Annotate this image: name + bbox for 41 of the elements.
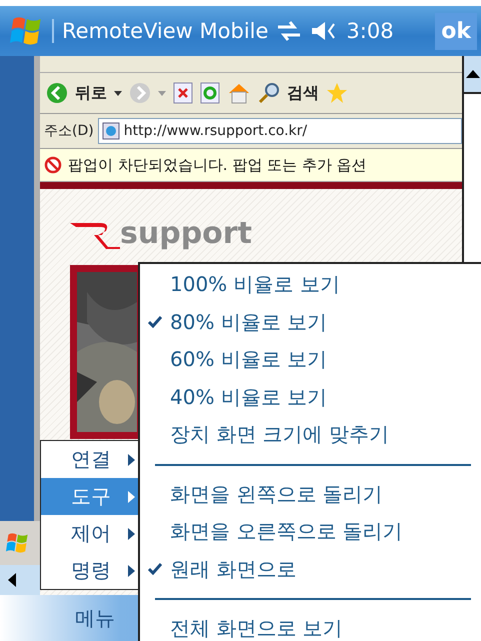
clock-time[interactable]: 3:08	[346, 19, 394, 43]
dropdown-icon[interactable]	[114, 90, 122, 96]
blocked-icon	[44, 156, 62, 174]
submenu-item[interactable]: 40% 비율로 보기	[140, 378, 481, 416]
submenu-item[interactable]: 화면을 왼쪽으로 돌리기	[140, 476, 481, 513]
menu-button[interactable]: 메뉴	[75, 604, 115, 632]
address-field[interactable]: http://www.rsupport.co.kr/	[98, 118, 462, 144]
search-icon[interactable]	[258, 82, 280, 104]
stop-icon[interactable]	[173, 82, 193, 104]
address-label: 주소(D)	[44, 122, 94, 140]
search-button[interactable]: 검색	[287, 82, 319, 104]
submenu-item[interactable]: 80% 비율로 보기	[140, 304, 481, 341]
submenu-item[interactable]: 전체 화면으로 보기	[140, 610, 481, 641]
connection-icon	[276, 20, 302, 42]
submenu-item[interactable]: 100% 비율로 보기	[140, 266, 481, 304]
submenu-arrow-icon	[128, 490, 135, 502]
menu-item[interactable]: 도구	[41, 478, 139, 515]
refresh-icon[interactable]	[200, 82, 220, 104]
submenu-item[interactable]: 장치 화면 크기에 맞추기	[140, 416, 481, 454]
submenu-item[interactable]: 화면을 오른쪽으로 돌리기	[140, 513, 481, 550]
star-icon[interactable]	[326, 82, 348, 104]
forward-icon[interactable]	[129, 82, 151, 104]
submenu-arrow-icon	[128, 528, 135, 540]
back-icon[interactable]	[46, 82, 68, 104]
submenu-arrow-icon	[128, 564, 135, 576]
popup-notice-bar[interactable]: 팝업이 차단되었습니다. 팝업 또는 추가 옵션	[40, 149, 462, 182]
scroll-up-button[interactable]	[464, 56, 481, 94]
back-button[interactable]: 뒤로	[75, 82, 107, 104]
submenu-item[interactable]: 60% 비율로 보기	[140, 341, 481, 378]
scroll-left-button[interactable]	[0, 565, 40, 595]
submenu-item[interactable]: 원래 화면으로	[140, 550, 481, 588]
popup-notice-text: 팝업이 차단되었습니다. 팝업 또는 추가 옵션	[68, 156, 367, 174]
logo-text: support	[120, 219, 252, 249]
page-icon	[102, 122, 120, 140]
home-icon[interactable]	[227, 82, 251, 104]
window-title: RemoteView Mobile	[52, 19, 268, 43]
left-arrow-icon	[8, 573, 16, 587]
start-icon[interactable]	[6, 531, 30, 555]
up-arrow-icon	[466, 70, 480, 78]
url-text: http://www.rsupport.co.kr/	[124, 123, 308, 139]
submenu-arrow-icon	[128, 454, 135, 466]
